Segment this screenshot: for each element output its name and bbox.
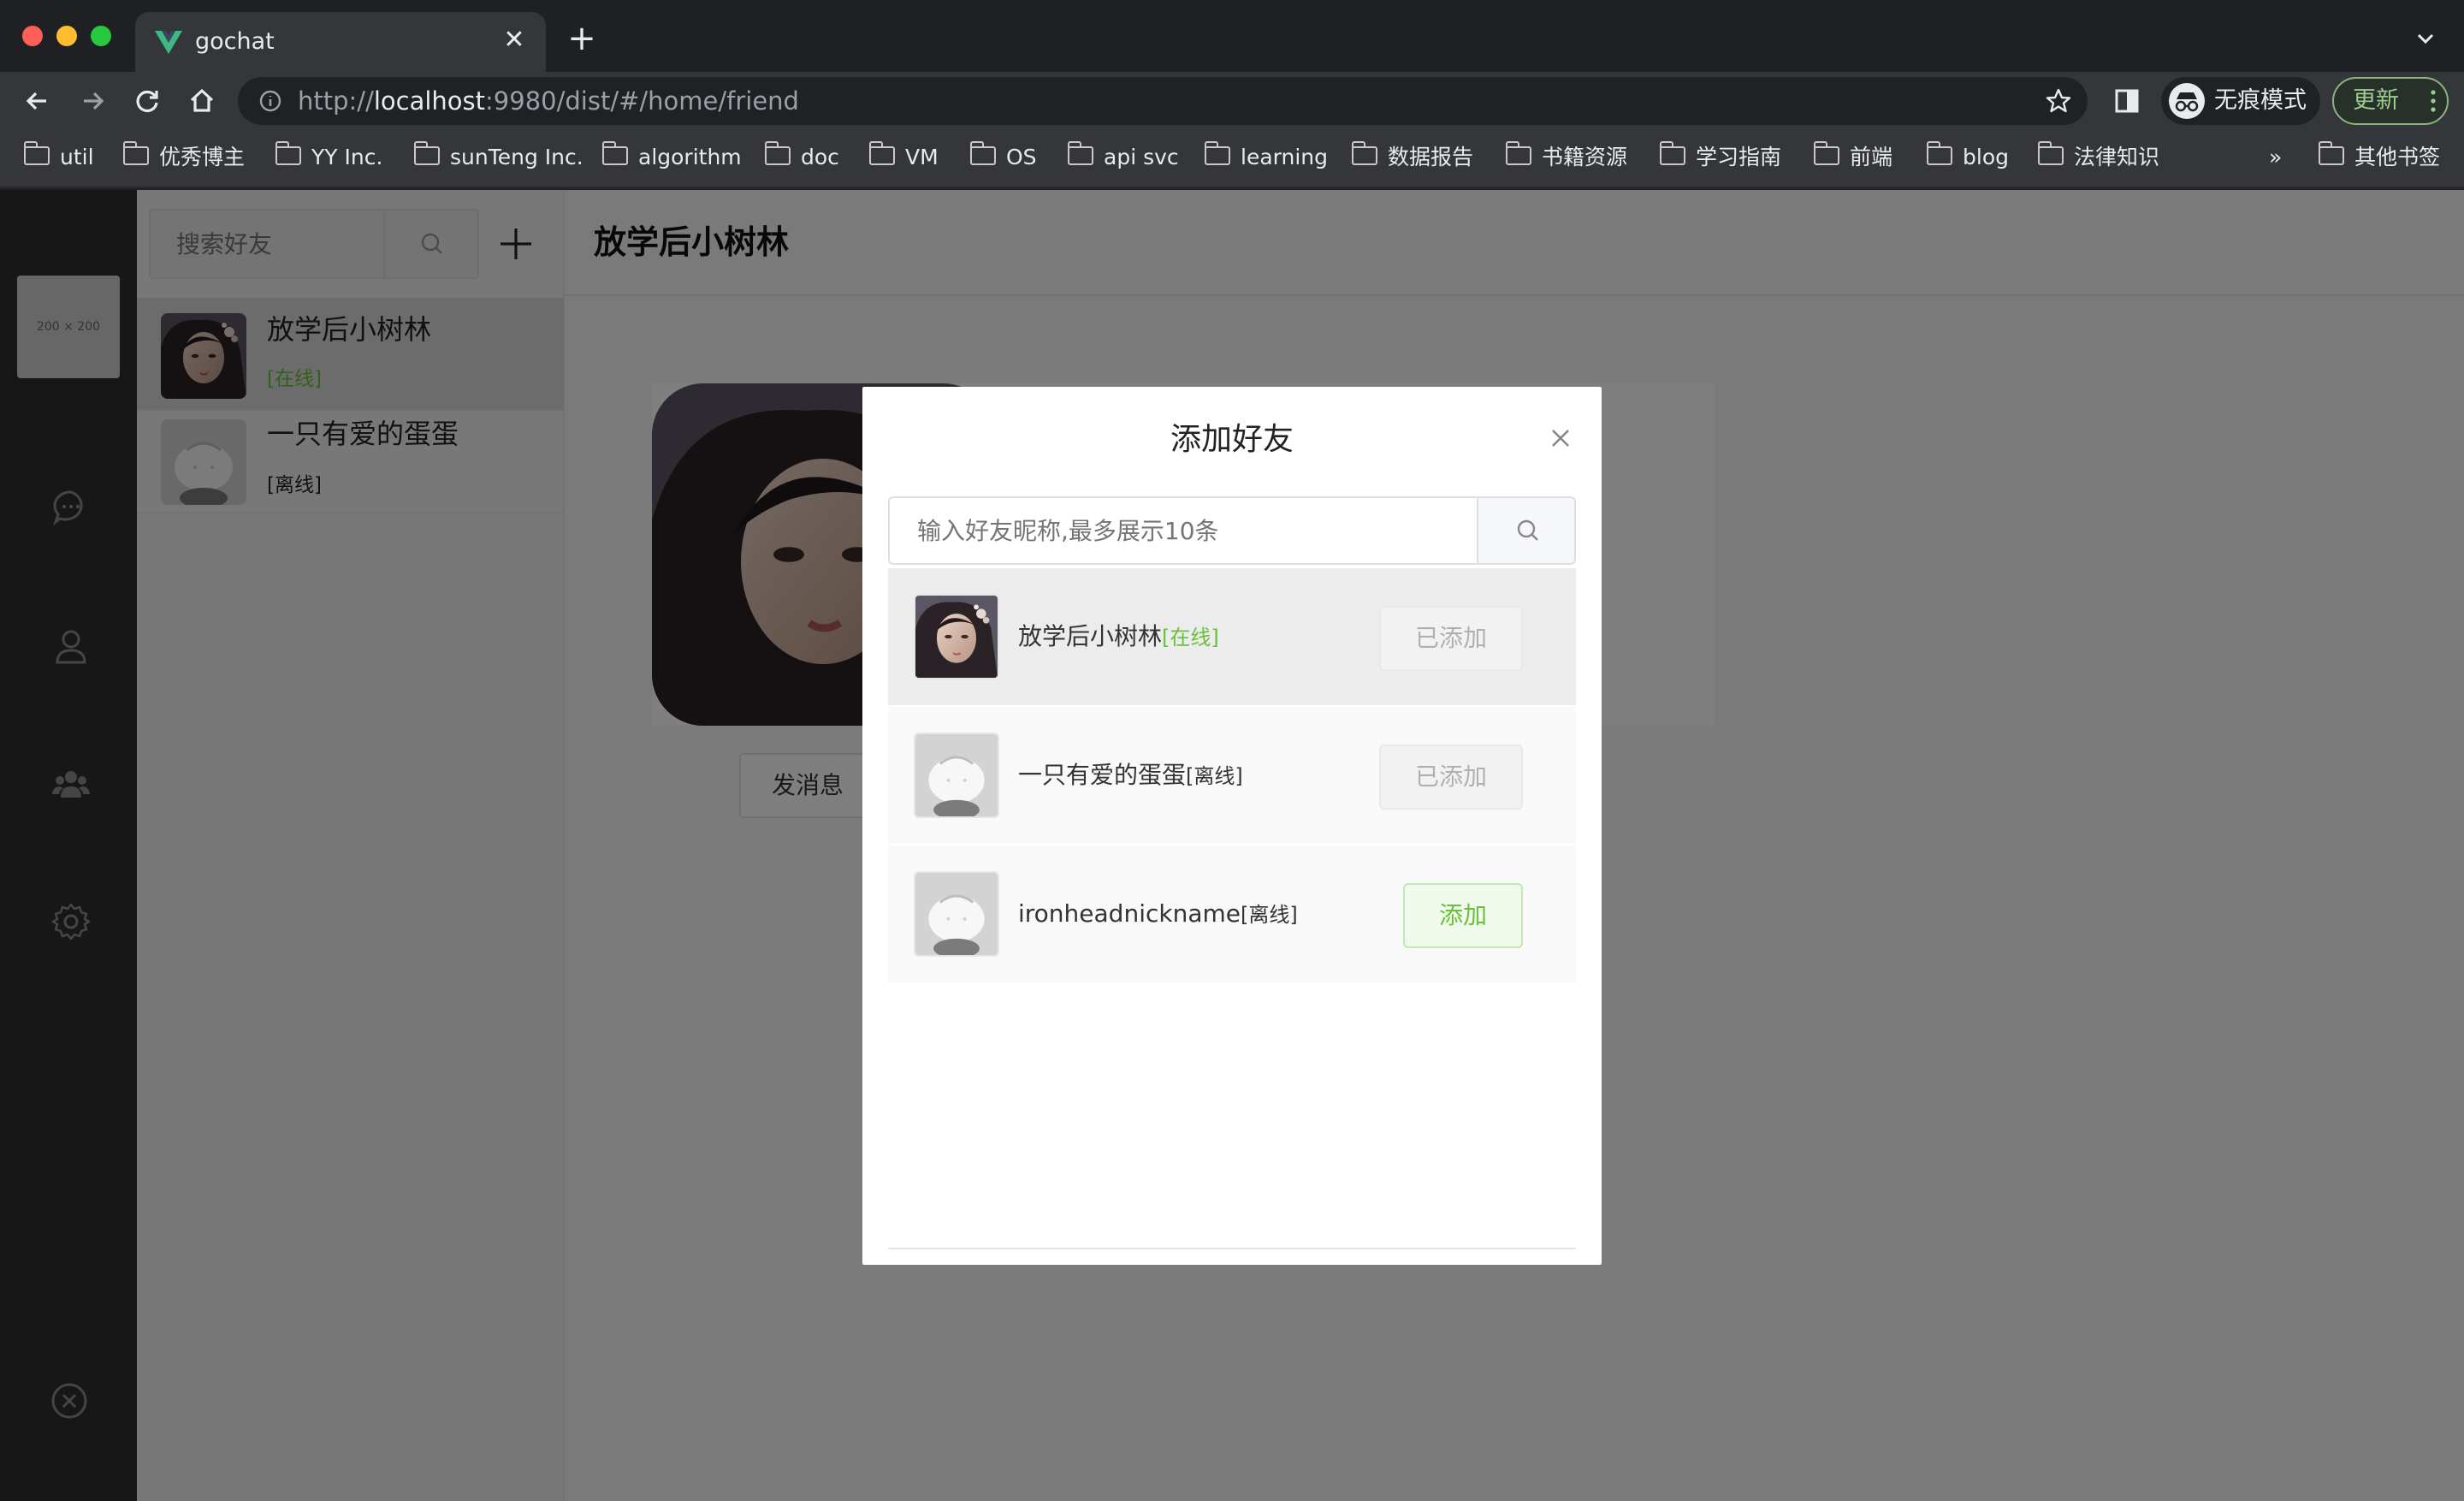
result-name: 放学后小树林[在线] bbox=[1018, 622, 1219, 650]
search-result-item: 放学后小树林[在线] 已添加 bbox=[888, 568, 1576, 705]
bookmark-folder[interactable]: OS bbox=[970, 130, 1037, 185]
folder-icon bbox=[765, 141, 791, 165]
result-avatar bbox=[914, 594, 999, 679]
folder-icon bbox=[970, 141, 996, 165]
update-label: 更新 bbox=[2353, 87, 2399, 114]
folder-icon bbox=[1927, 141, 1952, 165]
folder-icon bbox=[1660, 141, 1685, 165]
tab-close-icon[interactable]: ✕ bbox=[498, 24, 530, 56]
folder-icon bbox=[869, 141, 895, 165]
added-button[interactable]: 已添加 bbox=[1379, 606, 1523, 671]
bookmark-folder[interactable]: VM bbox=[869, 130, 939, 185]
bookmark-star-icon[interactable] bbox=[2045, 87, 2072, 115]
folder-icon bbox=[123, 141, 149, 165]
folder-icon bbox=[1506, 141, 1531, 165]
folder-icon bbox=[1068, 141, 1093, 165]
bookmark-folder[interactable]: 书籍资源 bbox=[1506, 130, 1627, 185]
bookmark-folder[interactable]: doc bbox=[765, 130, 839, 185]
reload-icon[interactable] bbox=[128, 82, 166, 120]
maximize-window-button[interactable] bbox=[91, 26, 111, 46]
folder-icon bbox=[24, 141, 50, 165]
nickname-search-button[interactable] bbox=[1477, 498, 1574, 563]
bookmark-folder[interactable]: algorithm bbox=[602, 130, 742, 185]
folder-icon bbox=[2038, 141, 2064, 165]
result-avatar bbox=[914, 733, 999, 818]
other-bookmarks[interactable]: 其他书签 bbox=[2319, 130, 2440, 185]
address-bar[interactable]: http://localhost:9980/dist/#/home/friend bbox=[238, 77, 2088, 125]
new-tab-button[interactable]: + bbox=[565, 21, 599, 56]
folder-icon bbox=[1205, 141, 1230, 165]
screen: { "browser": { "tab_title": "gochat", "u… bbox=[0, 0, 2464, 1501]
url-text: http://localhost:9980/dist/#/home/friend bbox=[298, 86, 799, 116]
result-name: ironheadnickname[离线] bbox=[1018, 899, 1298, 928]
add-friend-dialog: 添加好友 放学后小树林[在线] 已添加 一只有爱的蛋蛋[离线] 已添加 bbox=[862, 387, 1602, 1265]
bookmark-folder[interactable]: 法律知识 bbox=[2038, 130, 2159, 185]
forward-arrow-icon[interactable] bbox=[74, 82, 111, 120]
search-result-item: ironheadnickname[离线] 添加 bbox=[888, 845, 1576, 982]
dialog-title: 添加好友 bbox=[1170, 422, 1294, 457]
bookmarks-overflow-button[interactable]: » bbox=[2269, 130, 2282, 185]
close-window-button[interactable] bbox=[22, 26, 43, 46]
add-friend-button[interactable]: 添加 bbox=[1403, 883, 1523, 948]
search-icon bbox=[1517, 519, 1538, 541]
kebab-menu-icon[interactable] bbox=[2428, 89, 2438, 113]
bookmark-folder[interactable]: learning bbox=[1205, 130, 1328, 185]
incognito-label: 无痕模式 bbox=[2214, 87, 2307, 114]
tab-search-chevron-icon[interactable] bbox=[2413, 26, 2438, 51]
bookmarks-bar: util 优秀博主 YY Inc. sunTeng Inc. algorithm… bbox=[0, 130, 2464, 188]
minimize-window-button[interactable] bbox=[56, 26, 77, 46]
dialog-divider bbox=[888, 1248, 1576, 1249]
browser-tab-bar: gochat ✕ + bbox=[0, 0, 2464, 72]
folder-icon bbox=[275, 141, 301, 165]
result-name: 一只有爱的蛋蛋[离线] bbox=[1018, 761, 1243, 789]
home-icon[interactable] bbox=[183, 82, 221, 120]
bookmark-folder[interactable]: api svc bbox=[1068, 130, 1179, 185]
search-result-item: 一只有爱的蛋蛋[离线] 已添加 bbox=[888, 707, 1576, 844]
dialog-search bbox=[888, 496, 1576, 565]
tab-title: gochat bbox=[195, 28, 275, 55]
incognito-icon bbox=[2169, 83, 2205, 119]
update-button[interactable]: 更新 bbox=[2332, 77, 2449, 125]
folder-icon bbox=[1352, 141, 1377, 165]
folder-icon bbox=[602, 141, 628, 165]
folder-icon bbox=[1814, 141, 1839, 165]
back-arrow-icon[interactable] bbox=[19, 82, 56, 120]
site-info-icon[interactable] bbox=[258, 89, 282, 113]
bookmark-folder[interactable]: 学习指南 bbox=[1660, 130, 1781, 185]
folder-icon bbox=[414, 141, 440, 165]
browser-tab[interactable]: gochat ✕ bbox=[135, 12, 546, 72]
bookmark-folder[interactable]: sunTeng Inc. bbox=[414, 130, 583, 185]
folder-icon bbox=[2319, 141, 2344, 165]
result-avatar bbox=[914, 871, 999, 957]
browser-toolbar: http://localhost:9980/dist/#/home/friend… bbox=[0, 72, 2464, 130]
nickname-search-input[interactable] bbox=[890, 498, 1477, 563]
bookmark-folder[interactable]: blog bbox=[1927, 130, 2009, 185]
bookmark-folder[interactable]: util bbox=[24, 130, 94, 185]
bookmark-folder[interactable]: 前端 bbox=[1814, 130, 1892, 185]
vue-logo-icon bbox=[155, 31, 182, 54]
bookmark-folder[interactable]: 优秀博主 bbox=[123, 130, 245, 185]
added-button[interactable]: 已添加 bbox=[1379, 745, 1523, 810]
gochat-app: 200 × 200 bbox=[0, 190, 2464, 1501]
bookmark-folder[interactable]: 数据报告 bbox=[1352, 130, 1473, 185]
side-panel-icon[interactable] bbox=[2108, 82, 2146, 120]
close-icon[interactable] bbox=[1543, 421, 1578, 455]
incognito-indicator[interactable]: 无痕模式 bbox=[2161, 77, 2320, 125]
bookmark-folder[interactable]: YY Inc. bbox=[275, 130, 382, 185]
